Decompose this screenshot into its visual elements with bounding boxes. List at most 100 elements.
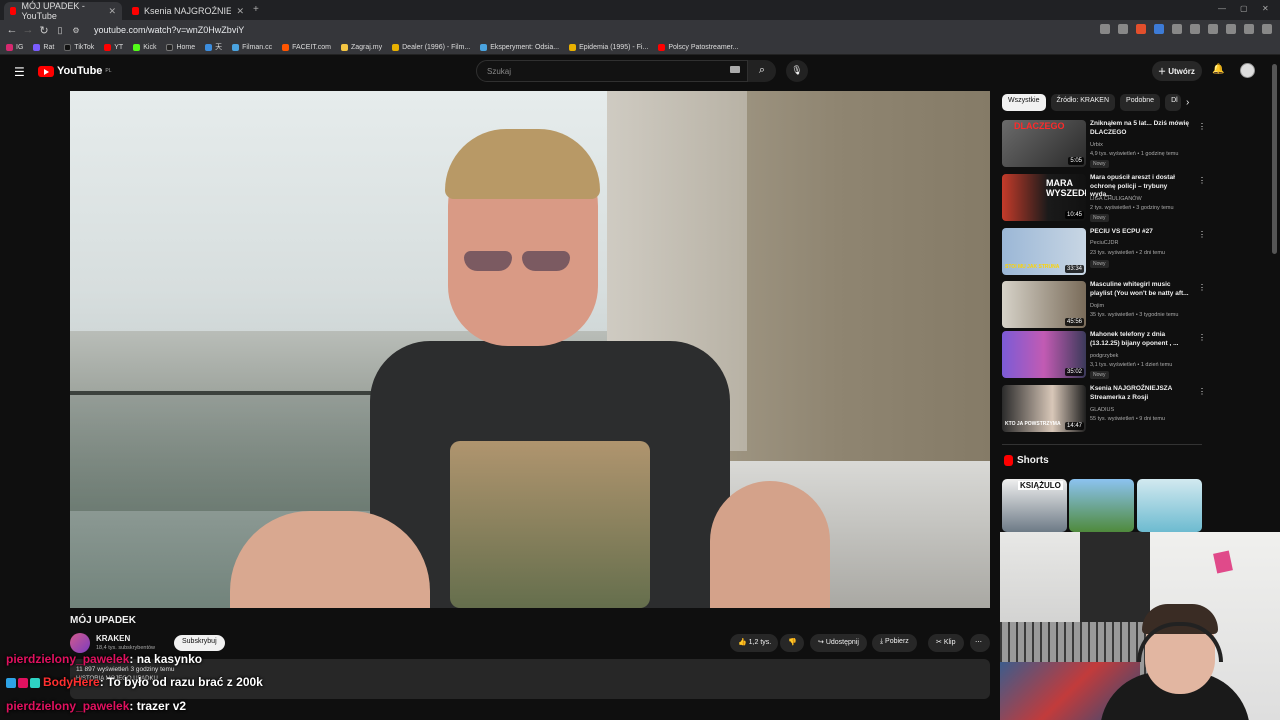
bookmark-icon (205, 43, 213, 51)
youtube-favicon-icon (132, 7, 139, 15)
recommendation-item[interactable]: DLACZEGO 5:05 Zniknąłem na 5 lat... Dziś… (1002, 120, 1206, 168)
more-options-icon[interactable]: ⋮ (1198, 333, 1206, 342)
video-thumbnail: STOI MU JAK STRUNA 33:34 (1002, 228, 1086, 275)
create-button[interactable]: ＋ Utwórz (1152, 61, 1202, 81)
recommendation-item[interactable]: STOI MU JAK STRUNA 33:34 PECIU VS ECPU #… (1002, 228, 1206, 276)
channel-name[interactable]: KRAKEN (96, 634, 130, 643)
more-actions-button[interactable]: ⋯ (970, 634, 990, 652)
video-thumbnail: KTO JA POWSTRZYMA 14:47 (1002, 385, 1086, 432)
browser-tab[interactable]: Ksenia NAJGROŹNIEJSZA Streamerk... ✕ (126, 2, 250, 20)
media-icon[interactable] (1244, 24, 1254, 34)
chip-more[interactable]: Dl (1165, 94, 1182, 111)
video-player[interactable] (70, 91, 990, 608)
brave-icon[interactable] (1136, 24, 1146, 34)
share-icon[interactable] (1118, 24, 1128, 34)
chip-all[interactable]: Wszystkie (1002, 94, 1046, 111)
bookmark-item[interactable]: TikTok (64, 43, 94, 51)
menu-icon[interactable] (1262, 24, 1272, 34)
bookmark-item[interactable]: Home (166, 43, 195, 51)
video-thumbnail: 45:56 (1002, 281, 1086, 328)
more-options-icon[interactable]: ⋮ (1198, 122, 1206, 131)
channel-name: podgrzybek (1090, 353, 1119, 359)
cast-icon[interactable] (1100, 24, 1110, 34)
maximize-icon[interactable]: ▢ (1240, 4, 1248, 13)
bookmark-item[interactable]: YT (104, 43, 123, 51)
new-tab-icon[interactable]: + (253, 4, 259, 15)
video-thumbnail: MARA WYSZEDŁ 10:45 (1002, 174, 1086, 221)
close-window-icon[interactable]: ✕ (1262, 4, 1269, 13)
kick-icon (133, 43, 141, 51)
reload-icon[interactable]: ↻ (36, 24, 52, 37)
chip-source[interactable]: Źródło: KRAKEN (1050, 94, 1116, 111)
extension-icon[interactable] (1154, 24, 1164, 34)
like-button[interactable]: 👍 1,2 tys. (730, 634, 778, 652)
forward-icon[interactable]: → (20, 24, 36, 36)
chevron-right-icon[interactable]: › (1186, 97, 1189, 108)
bookmark-item[interactable]: Epidemia (1995) - Fi... (569, 43, 648, 51)
bookmark-item[interactable]: Polscy Patostreamer... (658, 43, 738, 51)
close-tab-icon[interactable]: ✕ (108, 6, 116, 17)
bookmark-item[interactable]: Eksperyment: Odsia... (480, 43, 559, 51)
share-button[interactable]: ↪ Udostępnij (810, 634, 867, 652)
new-badge: Nowy (1090, 160, 1109, 168)
back-icon[interactable]: ← (4, 24, 20, 36)
more-options-icon[interactable]: ⋮ (1198, 387, 1206, 396)
recommendation-item[interactable]: KTO JA POWSTRZYMA 14:47 Ksenia NAJGROŹNI… (1002, 385, 1206, 433)
search-input[interactable]: Szukaj (476, 60, 748, 82)
more-options-icon[interactable]: ⋮ (1198, 176, 1206, 185)
dislike-button[interactable]: 👎 (780, 634, 804, 652)
download-icon[interactable] (1208, 24, 1218, 34)
new-badge: Nowy (1090, 214, 1109, 222)
view-count: 11 897 wyświetleń 3 godziny temu (76, 666, 175, 673)
browser-tab-active[interactable]: MÓJ UPADEK - YouTube ✕ (4, 1, 122, 21)
url-input[interactable]: youtube.com/watch?v=wnZ0HwZbviY (94, 25, 244, 35)
short-thumbnail[interactable]: KSIĄŻULO (1002, 479, 1067, 532)
bookmark-item[interactable]: IG (6, 43, 23, 51)
bookmark-icon (33, 43, 41, 51)
recommendation-item[interactable]: 35:02 Mahonek telefony z dnia (13.12.25)… (1002, 331, 1206, 379)
minimize-icon[interactable]: — (1218, 4, 1226, 13)
plus-icon: ＋ (1158, 67, 1169, 76)
bookmark-item[interactable]: FACEIT.com (282, 43, 331, 51)
bookmark-page-icon[interactable]: ▯ (52, 25, 68, 36)
notifications-bell-icon[interactable]: 🔔 (1212, 64, 1224, 75)
extension-icon[interactable] (1172, 24, 1182, 34)
site-info-icon[interactable]: ⚙ (68, 26, 84, 35)
short-thumbnail[interactable] (1137, 479, 1202, 532)
bookmark-item[interactable]: Kick (133, 43, 156, 51)
subscribe-button[interactable]: Subskrybuj (174, 635, 225, 651)
link-icon[interactable] (1226, 24, 1236, 34)
download-button[interactable]: ⤓ Pobierz (872, 634, 917, 652)
shorts-icon (1004, 455, 1013, 466)
chat-message: pierdzielony_pawelek: na kasynko (6, 652, 202, 666)
account-avatar[interactable] (1240, 63, 1255, 78)
keyboard-icon[interactable] (730, 66, 740, 73)
video-title: Mahonek telefony z dnia (13.12.25) bijan… (1090, 331, 1179, 347)
search-button[interactable]: ⌕ (748, 60, 776, 82)
bookmark-item[interactable]: 天 (205, 42, 222, 52)
bookmark-item[interactable]: Dealer (1996) - Film... (392, 43, 470, 51)
recommendation-item[interactable]: 45:56 Masculine whitegirl music playlist… (1002, 281, 1206, 329)
short-thumbnail[interactable] (1069, 479, 1134, 532)
extension-icon[interactable] (1190, 24, 1200, 34)
video-thumbnail: DLACZEGO 5:05 (1002, 120, 1086, 167)
recommendation-item[interactable]: MARA WYSZEDŁ 10:45 Mara opuścił areszt i… (1002, 174, 1206, 222)
webcam-overlay (1000, 532, 1280, 720)
tab-label: Ksenia NAJGROŹNIEJSZA Streamerk... (144, 6, 232, 16)
bookmark-item[interactable]: Filman.cc (232, 43, 272, 51)
video-meta: 23 tys. wyświetleń • 2 dni temu (1090, 250, 1165, 256)
filter-chips: Wszystkie Źródło: KRAKEN Podobne Dl (1002, 94, 1182, 112)
bookmark-item[interactable]: Rat (33, 43, 54, 51)
chip-related[interactable]: Podobne (1120, 94, 1161, 111)
page-scrollbar[interactable] (1272, 64, 1277, 254)
clip-button[interactable]: ✂ Klip (928, 634, 964, 652)
more-options-icon[interactable]: ⋮ (1198, 283, 1206, 292)
hamburger-menu-icon[interactable]: ☰ (14, 65, 25, 79)
more-options-icon[interactable]: ⋮ (1198, 230, 1206, 239)
divider (1002, 444, 1202, 445)
voice-search-button[interactable]: 🎙 (786, 60, 808, 82)
youtube-logo[interactable]: YouTube PL (38, 65, 112, 77)
bookmark-item[interactable]: Zagraj.my (341, 43, 382, 51)
channel-avatar[interactable] (70, 633, 90, 653)
close-tab-icon[interactable]: ✕ (236, 6, 244, 17)
